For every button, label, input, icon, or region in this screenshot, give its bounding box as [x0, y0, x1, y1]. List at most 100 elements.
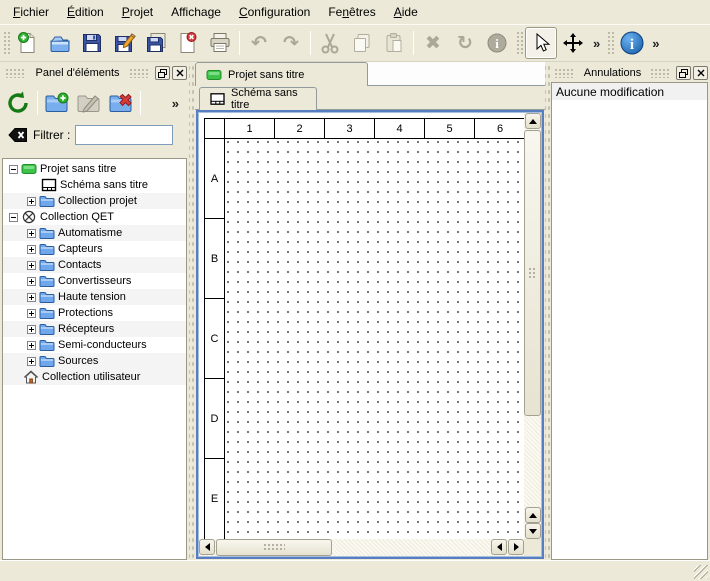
column-header: 3 — [325, 119, 375, 138]
tree-item-protections[interactable]: Protections — [3, 305, 186, 321]
collapse-expander-icon[interactable] — [9, 213, 18, 222]
collapse-expander-icon[interactable] — [9, 165, 18, 174]
menu-fichier[interactable]: Fichier — [4, 1, 58, 23]
column-header: 5 — [425, 119, 475, 138]
tree-item-capteurs[interactable]: Capteurs — [3, 241, 186, 257]
close-project-button[interactable] — [172, 27, 204, 59]
scroll-left-button-2[interactable] — [491, 539, 507, 555]
tree-item-sources[interactable]: Sources — [3, 353, 186, 369]
cut-icon — [319, 32, 341, 54]
horizontal-scrollbar[interactable] — [199, 539, 524, 556]
expand-expander-icon[interactable] — [27, 261, 36, 270]
tree-item-label: Collection projet — [58, 195, 137, 207]
about-qet-button[interactable]: i — [616, 27, 648, 59]
delete-icon: ✖ — [425, 34, 441, 53]
new-project-button[interactable] — [12, 27, 44, 59]
scroll-up-button[interactable] — [525, 113, 541, 129]
diagram-view[interactable]: 1 2 3 4 5 6 A B C D E — [196, 110, 544, 559]
tree-item-convertisseurs[interactable]: Convertisseurs — [3, 273, 186, 289]
tree-item-contacts[interactable]: Contacts — [3, 257, 186, 273]
clear-filter-icon[interactable] — [8, 127, 28, 143]
reload-collections-button[interactable] — [2, 87, 34, 119]
thumb-grip — [528, 267, 537, 279]
vertical-scrollbar[interactable] — [524, 113, 541, 539]
element-info-button[interactable]: i — [481, 27, 513, 59]
scroll-left-button[interactable] — [199, 539, 215, 555]
tree-item-collection-qet[interactable]: Collection QET — [3, 209, 186, 225]
menu-affichage[interactable]: Affichage — [162, 1, 230, 23]
tree-item-haute-tension[interactable]: Haute tension — [3, 289, 186, 305]
undo-button[interactable]: ↶ — [243, 27, 275, 59]
expand-expander-icon[interactable] — [27, 309, 36, 318]
float-panel-button[interactable] — [155, 66, 170, 80]
save-all-button[interactable] — [140, 27, 172, 59]
expand-expander-icon[interactable] — [27, 245, 36, 254]
diagram-viewport[interactable]: 1 2 3 4 5 6 A B C D E — [199, 113, 524, 539]
expand-expander-icon[interactable] — [27, 341, 36, 350]
menu-aide[interactable]: Aide — [385, 1, 427, 23]
row-header: D — [205, 379, 224, 459]
header-texture — [129, 68, 150, 78]
open-project-button[interactable] — [44, 27, 76, 59]
menu-edition[interactable]: Édition — [58, 1, 113, 23]
toolbar-drag-handle[interactable] — [2, 30, 10, 56]
undo-panel-header: Annulations — [551, 64, 708, 82]
move-arrows-icon — [561, 31, 585, 55]
select-mode-button[interactable] — [525, 27, 557, 59]
diagram-sheet: 1 2 3 4 5 6 A B C D E — [204, 118, 524, 539]
delete-button[interactable]: ✖ — [417, 27, 449, 59]
print-button[interactable] — [204, 27, 236, 59]
copy-button[interactable] — [346, 27, 378, 59]
cut-button[interactable] — [314, 27, 346, 59]
panel-toolbar-overflow-button[interactable]: » — [168, 96, 183, 111]
row-headers: A B C D E — [205, 139, 225, 539]
menu-fenetres[interactable]: Fenêtres — [319, 1, 384, 23]
toolbar-drag-handle[interactable] — [606, 30, 614, 56]
tab-schema-sans-titre[interactable]: Schéma sans titre — [199, 87, 317, 110]
horizontal-scroll-thumb[interactable] — [216, 539, 332, 556]
expand-expander-icon[interactable] — [27, 229, 36, 238]
filter-input[interactable] — [75, 125, 173, 145]
pan-mode-button[interactable] — [557, 27, 589, 59]
delete-category-button[interactable] — [105, 87, 137, 119]
new-category-button[interactable] — [41, 87, 73, 119]
expand-expander-icon[interactable] — [27, 325, 36, 334]
float-panel-button[interactable] — [676, 66, 691, 80]
tree-item-project[interactable]: Projet sans titre — [3, 161, 186, 177]
rotate-button[interactable]: ↻ — [449, 27, 481, 59]
close-icon — [697, 69, 705, 77]
close-panel-button[interactable] — [172, 66, 187, 80]
vertical-scroll-thumb[interactable] — [524, 130, 541, 416]
expand-expander-icon[interactable] — [27, 293, 36, 302]
close-panel-button[interactable] — [693, 66, 708, 80]
scroll-up-button-2[interactable] — [525, 507, 541, 523]
column-headers: 1 2 3 4 5 6 — [205, 119, 524, 139]
toolbar-drag-handle[interactable] — [515, 30, 523, 56]
scrollbar-corner — [524, 539, 541, 556]
tree-item-schema[interactable]: Schéma sans titre — [3, 177, 186, 193]
menu-projet[interactable]: Projet — [113, 1, 162, 23]
redo-button[interactable]: ↷ — [275, 27, 307, 59]
save-button[interactable] — [76, 27, 108, 59]
tree-item-collection-projet[interactable]: Collection projet — [3, 193, 186, 209]
edit-category-button[interactable] — [73, 87, 105, 119]
scroll-right-button[interactable] — [508, 539, 524, 555]
menu-configuration[interactable]: Configuration — [230, 1, 319, 23]
tab-projet-sans-titre[interactable]: Projet sans titre — [195, 62, 368, 86]
tree-item-collection-utilisateur[interactable]: Collection utilisateur — [3, 369, 186, 385]
tree-item-recepteurs[interactable]: Récepteurs — [3, 321, 186, 337]
scroll-down-button[interactable] — [525, 523, 541, 539]
expand-expander-icon[interactable] — [27, 277, 36, 286]
undo-list-item[interactable]: Aucune modification — [552, 83, 707, 100]
toolbar-overflow-button[interactable]: » — [589, 36, 604, 51]
expand-expander-icon[interactable] — [27, 357, 36, 366]
save-as-button[interactable] — [108, 27, 140, 59]
expand-expander-icon[interactable] — [27, 197, 36, 206]
resize-grip[interactable] — [694, 565, 708, 579]
arrow-right-icon — [514, 543, 519, 551]
tree-item-semi-conducteurs[interactable]: Semi-conducteurs — [3, 337, 186, 353]
toolbar-overflow-button[interactable]: » — [648, 36, 663, 51]
rotate-icon: ↻ — [457, 34, 473, 53]
paste-button[interactable] — [378, 27, 410, 59]
tree-item-automatisme[interactable]: Automatisme — [3, 225, 186, 241]
